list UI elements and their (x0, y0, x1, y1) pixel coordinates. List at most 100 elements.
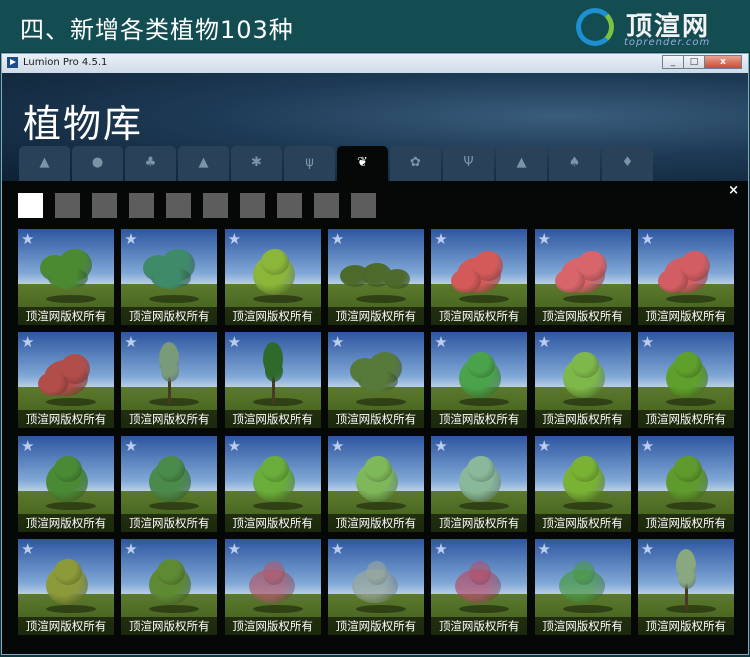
favorite-star-icon[interactable]: ★ (641, 437, 654, 455)
plant-tile[interactable]: ★ 顶渲网版权所有 (534, 332, 631, 429)
plant-tile[interactable]: ★ 顶渲网版权所有 (121, 435, 218, 532)
tab-flower[interactable]: ✿ (390, 146, 441, 181)
plant-tile[interactable]: ★ 顶渲网版权所有 (327, 538, 424, 635)
plant-tile[interactable]: ★ 顶渲网版权所有 (224, 435, 321, 532)
favorite-star-icon[interactable]: ★ (538, 540, 551, 558)
favorite-star-icon[interactable]: ★ (641, 333, 654, 351)
favorite-star-icon[interactable]: ★ (331, 230, 344, 248)
favorite-star-icon[interactable]: ★ (21, 230, 34, 248)
plant-tile[interactable]: ★ 顶渲网版权所有 (224, 538, 321, 635)
plant-tile[interactable]: ★ 顶渲网版权所有 (637, 435, 734, 532)
tab-forest[interactable]: ♠ (549, 146, 600, 181)
plant-tile[interactable]: ★ 顶渲网版权所有 (534, 435, 631, 532)
plant-shadow (355, 501, 406, 510)
tile-caption: 顶渲网版权所有 (18, 513, 114, 532)
plant-shadow (252, 604, 303, 613)
tile-caption: 顶渲网版权所有 (637, 410, 734, 429)
tile-caption: 顶渲网版权所有 (637, 513, 734, 532)
tile-caption: 顶渲网版权所有 (637, 307, 734, 325)
favorite-star-icon[interactable]: ★ (124, 230, 137, 248)
tile-caption: 顶渲网版权所有 (224, 616, 321, 635)
plant-shadow (562, 501, 613, 510)
maximize-button[interactable]: □ (683, 55, 705, 69)
page-button[interactable] (277, 193, 302, 218)
favorite-star-icon[interactable]: ★ (434, 437, 447, 455)
plant-tile[interactable]: ★ 顶渲网版权所有 (18, 538, 114, 635)
tab-plant-leaves[interactable]: ❦ (337, 146, 388, 181)
tab-small-tree[interactable]: ▲ (19, 146, 70, 181)
plant-tile[interactable]: ★ 顶渲网版权所有 (327, 229, 424, 325)
palm-icon: ✱ (251, 155, 262, 170)
favorite-star-icon[interactable]: ★ (641, 230, 654, 248)
page-button[interactable] (55, 193, 80, 218)
favorite-star-icon[interactable]: ★ (21, 437, 34, 455)
favorite-star-icon[interactable]: ★ (228, 437, 241, 455)
tab-cactus[interactable]: Ψ (443, 146, 494, 181)
tab-round-tree[interactable]: ● (72, 146, 123, 181)
plant-tile[interactable]: ★ 顶渲网版权所有 (534, 538, 631, 635)
page-button[interactable] (314, 193, 339, 218)
plant-tile[interactable]: ★ 顶渲网版权所有 (431, 332, 528, 429)
tab-grass[interactable]: ψ (284, 146, 335, 181)
plant-tile[interactable]: ★ 顶渲网版权所有 (327, 332, 424, 429)
favorite-star-icon[interactable]: ★ (124, 540, 137, 558)
logo: 顶渲网 toprender.com (572, 6, 732, 50)
tab-leaf[interactable]: ♦ (602, 146, 653, 181)
favorite-star-icon[interactable]: ★ (124, 333, 137, 351)
favorite-star-icon[interactable]: ★ (228, 230, 241, 248)
favorite-star-icon[interactable]: ★ (331, 333, 344, 351)
minimize-button[interactable]: _ (662, 55, 684, 69)
favorite-star-icon[interactable]: ★ (124, 437, 137, 455)
plant-tile[interactable]: ★ 顶渲网版权所有 (224, 229, 321, 325)
favorite-star-icon[interactable]: ★ (331, 437, 344, 455)
tile-caption: 顶渲网版权所有 (327, 307, 424, 325)
plant-tile[interactable]: ★ 顶渲网版权所有 (327, 435, 424, 532)
tab-broad-tree[interactable]: ♣ (125, 146, 176, 181)
tab-rock[interactable]: ▲ (496, 146, 547, 181)
plant-shadow (562, 604, 613, 613)
close-library-button[interactable]: × (728, 183, 739, 198)
favorite-star-icon[interactable]: ★ (538, 437, 551, 455)
plant-tile[interactable]: ★ 顶渲网版权所有 (224, 332, 321, 429)
plant-tile[interactable]: ★ 顶渲网版权所有 (431, 435, 528, 532)
plant-tile[interactable]: ★ 顶渲网版权所有 (121, 538, 218, 635)
favorite-star-icon[interactable]: ★ (434, 333, 447, 351)
plant-foliage (264, 360, 283, 383)
close-window-button[interactable]: x (704, 55, 742, 69)
favorite-star-icon[interactable]: ★ (538, 333, 551, 351)
favorite-star-icon[interactable]: ★ (331, 540, 344, 558)
page-button[interactable] (92, 193, 117, 218)
tab-palm[interactable]: ✱ (231, 146, 282, 181)
plant-tile[interactable]: ★ 顶渲网版权所有 (18, 229, 114, 325)
title-bar[interactable]: Lumion Pro 4.5.1 _ □ x (2, 54, 748, 74)
plant-tile[interactable]: ★ 顶渲网版权所有 (121, 332, 218, 429)
page-button[interactable] (240, 193, 265, 218)
plant-tile[interactable]: ★ 顶渲网版权所有 (18, 332, 114, 429)
favorite-star-icon[interactable]: ★ (21, 333, 34, 351)
favorite-star-icon[interactable]: ★ (641, 540, 654, 558)
page-button[interactable] (166, 193, 191, 218)
plant-tile[interactable]: ★ 顶渲网版权所有 (431, 538, 528, 635)
page-button[interactable] (18, 193, 43, 218)
page-button[interactable] (129, 193, 154, 218)
favorite-star-icon[interactable]: ★ (228, 540, 241, 558)
plant-tile[interactable]: ★ 顶渲网版权所有 (431, 229, 528, 325)
tab-conifer[interactable]: ▲ (178, 146, 229, 181)
plant-tile[interactable]: ★ 顶渲网版权所有 (534, 229, 631, 325)
favorite-star-icon[interactable]: ★ (538, 230, 551, 248)
plant-tile[interactable]: ★ 顶渲网版权所有 (637, 229, 734, 325)
favorite-star-icon[interactable]: ★ (21, 540, 34, 558)
plant-tile[interactable]: ★ 顶渲网版权所有 (18, 435, 114, 532)
page-button[interactable] (351, 193, 376, 218)
tile-caption: 顶渲网版权所有 (327, 513, 424, 532)
favorite-star-icon[interactable]: ★ (228, 333, 241, 351)
page-button[interactable] (203, 193, 228, 218)
favorite-star-icon[interactable]: ★ (434, 540, 447, 558)
tile-caption: 顶渲网版权所有 (121, 307, 218, 325)
plant-tile[interactable]: ★ 顶渲网版权所有 (121, 229, 218, 325)
favorite-star-icon[interactable]: ★ (434, 230, 447, 248)
plant-tile[interactable]: ★ 顶渲网版权所有 (637, 332, 734, 429)
plant-tile[interactable]: ★ 顶渲网版权所有 (637, 538, 734, 635)
flower-icon: ✿ (410, 155, 421, 170)
tile-caption: 顶渲网版权所有 (224, 410, 321, 429)
